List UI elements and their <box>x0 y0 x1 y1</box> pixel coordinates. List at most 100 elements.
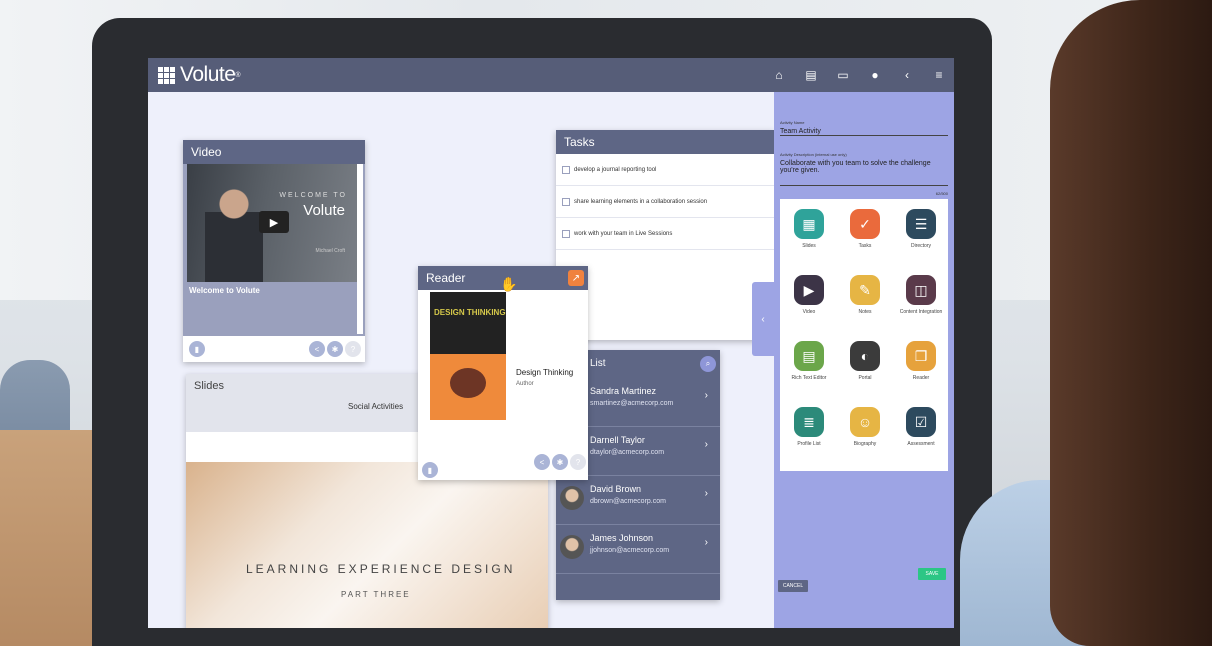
video-welcome-text: WELCOME TO <box>279 192 347 199</box>
notes-icon: ✎ <box>850 275 880 305</box>
help-icon[interactable]: ? <box>345 341 361 357</box>
person-name: Darnell Taylor <box>590 435 645 445</box>
help-icon[interactable]: ? <box>570 454 586 470</box>
tool-profile-list[interactable]: ≣ Profile List <box>784 407 834 447</box>
tool-label: Rich Text Editor <box>791 375 827 381</box>
app-name: Volute <box>180 63 236 86</box>
profile-list-icon: ≣ <box>794 407 824 437</box>
char-count: 62/500 <box>935 191 948 196</box>
tool-label: Biography <box>853 441 877 447</box>
tool-notes[interactable]: ✎ Notes <box>840 275 890 315</box>
person-email: dtaylor@acmecorp.com <box>590 449 665 456</box>
home-icon[interactable]: ⌂ <box>772 68 786 82</box>
video-player[interactable]: WELCOME TO Volute Michael Croft ▶ <box>187 164 357 282</box>
reader-icon: ❐ <box>906 341 936 371</box>
menu-icon[interactable]: ≡ <box>932 68 946 82</box>
tool-label: Video <box>802 309 816 315</box>
tool-directory[interactable]: ☰ Directory <box>896 209 946 249</box>
tool-video[interactable]: ▶ Video <box>784 275 834 315</box>
share-icon[interactable]: < <box>534 454 550 470</box>
rich-text-editor-icon: ▤ <box>794 341 824 371</box>
tool-label: Reader <box>912 375 930 381</box>
slide-subtitle: PART THREE <box>341 590 411 599</box>
app-logo[interactable]: Volute ® <box>158 63 241 87</box>
tool-reader[interactable]: ❐ Reader <box>896 341 946 381</box>
video-card-footer: ▮ < ✱ ? <box>183 336 365 362</box>
book-cover[interactable]: DESIGN THINKING <box>430 292 506 420</box>
gear-icon[interactable]: ✱ <box>552 454 568 470</box>
chevron-right-icon[interactable]: › <box>705 537 708 548</box>
tool-biography[interactable]: ☺ Biography <box>840 407 890 447</box>
share-icon[interactable]: < <box>309 341 325 357</box>
video-card-header: Video <box>183 140 365 164</box>
logo-grid-icon <box>158 66 175 84</box>
list-item[interactable]: David Brown dbrown@acmecorp.com › <box>556 476 720 525</box>
person-name: James Johnson <box>590 533 654 543</box>
activity-name-label: Activity Name <box>780 120 805 125</box>
chevron-right-icon[interactable]: › <box>705 390 708 401</box>
tool-label: Assessment <box>907 441 935 447</box>
search-icon[interactable]: ⌕ <box>700 356 716 372</box>
trash-icon[interactable]: ▮ <box>422 462 438 478</box>
tool-assessment[interactable]: ☑ Assessment <box>896 407 946 447</box>
reader-card[interactable]: Reader ↗ DESIGN THINKING Design Thinking… <box>418 266 588 480</box>
activity-name-input[interactable]: Team Activity <box>780 128 948 136</box>
collapse-panel-tab[interactable]: ‹ <box>752 282 774 356</box>
directory-icon: ☰ <box>906 209 936 239</box>
tasks-card-header: Tasks <box>556 130 774 154</box>
tool-slides[interactable]: ▦ Slides <box>784 209 834 249</box>
user-icon[interactable]: ● <box>868 68 882 82</box>
tool-tasks[interactable]: ✓ Tasks <box>840 209 890 249</box>
video-card[interactable]: Video WELCOME TO Volute Michael Croft ▶ … <box>183 140 365 362</box>
tool-portal[interactable]: ◐ Portal <box>840 341 890 381</box>
video-icon: ▶ <box>794 275 824 305</box>
document-add-icon[interactable]: ▤ <box>804 68 818 82</box>
chevron-right-icon[interactable]: › <box>705 439 708 450</box>
external-link-icon[interactable]: ↗ <box>568 270 584 286</box>
save-button[interactable]: SAVE <box>918 568 946 580</box>
play-icon[interactable]: ▶ <box>259 211 289 233</box>
list-item[interactable]: James Johnson jjohnson@acmecorp.com › <box>556 525 720 574</box>
task-item[interactable]: share learning elements in a collaborati… <box>556 186 774 218</box>
person-name: Sandra Martinez <box>590 386 657 396</box>
tool-label: Content Integration <box>899 309 943 315</box>
gear-icon[interactable]: ✱ <box>327 341 343 357</box>
assessment-icon: ☑ <box>906 407 936 437</box>
tool-label: Notes <box>858 309 872 315</box>
top-bar-icons: ⌂ ▤ ▭ ● ‹ ≡ <box>772 58 946 92</box>
tasks-card[interactable]: Tasks develop a journal reporting tool s… <box>556 130 774 340</box>
task-checkbox[interactable] <box>562 197 570 206</box>
activity-description-input[interactable]: Collaborate with you team to solve the c… <box>780 160 948 186</box>
task-item[interactable]: develop a journal reporting tool <box>556 154 774 186</box>
task-checkbox[interactable] <box>562 165 570 174</box>
video-caption: Michael Croft <box>315 248 345 254</box>
tool-label: Tasks <box>858 243 872 249</box>
chevron-right-icon[interactable]: › <box>705 488 708 499</box>
slide-preview[interactable]: LEARNING EXPERIENCE DESIGN PART THREE <box>186 462 548 628</box>
video-scrollbar[interactable] <box>357 164 363 334</box>
book-cover-bottom <box>430 354 506 420</box>
activity-description-label: Activity Description (internal use only) <box>780 152 847 157</box>
slide-title: LEARNING EXPERIENCE DESIGN <box>246 562 516 576</box>
video-presenter <box>205 182 263 282</box>
list-card-title: List <box>590 358 606 369</box>
cancel-button[interactable]: CANCEL <box>778 580 808 592</box>
activity-panel: Activity Name Team Activity Activity Des… <box>774 92 954 628</box>
hand-cursor-icon: ✋ <box>500 276 518 292</box>
tool-rich-text-editor[interactable]: ▤ Rich Text Editor <box>784 341 834 381</box>
foreground-person-hair <box>1050 0 1212 646</box>
task-label: share learning elements in a collaborati… <box>574 198 708 205</box>
task-item[interactable]: work with your team in Live Sessions <box>556 218 774 250</box>
task-label: work with your team in Live Sessions <box>574 230 673 237</box>
tool-label: Profile List <box>797 441 821 447</box>
speech-bubble-icon <box>450 368 486 398</box>
content-integration-icon: ◫ <box>906 275 936 305</box>
tool-content-integration[interactable]: ◫ Content Integration <box>896 275 946 315</box>
person-email: jjohnson@acmecorp.com <box>590 547 670 554</box>
chat-icon[interactable]: ▭ <box>836 68 850 82</box>
task-checkbox[interactable] <box>562 229 570 238</box>
tools-grid: ▦ Slides ✓ Tasks ☰ Directory ▶ Video ✎ Notes ◫ Cont… <box>780 199 948 471</box>
back-icon[interactable]: ‹ <box>900 68 914 82</box>
trash-icon[interactable]: ▮ <box>189 341 205 357</box>
book-title: Design Thinking <box>516 368 574 377</box>
